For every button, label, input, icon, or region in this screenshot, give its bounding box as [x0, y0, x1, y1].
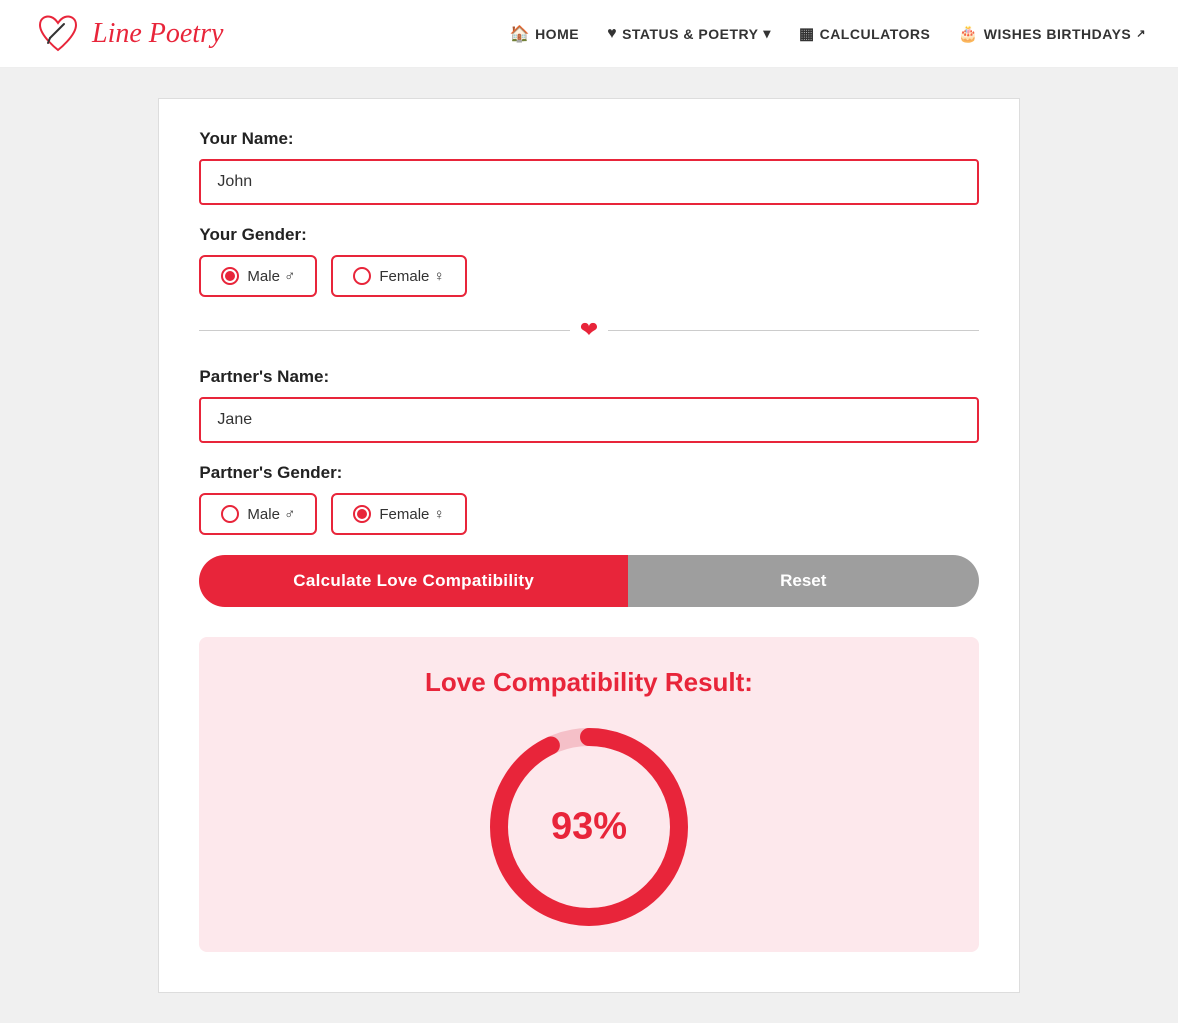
- navbar: Line Poetry 🏠 HOME ♥ STATUS & POETRY ▾ ▦…: [0, 0, 1178, 68]
- partner-name-input[interactable]: [199, 397, 978, 443]
- partner-gender-label: Partner's Gender:: [199, 463, 978, 483]
- partner-gender-female-radio: [353, 505, 371, 523]
- donut-wrapper: 93%: [219, 722, 958, 932]
- partner-gender-male-label: Male ♂: [247, 506, 295, 523]
- your-gender-female[interactable]: Female ♀: [331, 255, 466, 297]
- main-layout: Your Name: Your Gender: Male ♂ Female ♀ …: [0, 68, 1178, 1023]
- nav-calculators[interactable]: ▦ CALCULATORS: [799, 24, 930, 44]
- nav-wishes-birthdays[interactable]: 🎂 WISHES BIRTHDAYS ↗: [958, 24, 1146, 44]
- partner-name-label: Partner's Name:: [199, 367, 978, 387]
- partner-gender-row: Male ♂ Female ♀: [199, 493, 978, 535]
- nav-status-poetry[interactable]: ♥ STATUS & POETRY ▾: [607, 25, 771, 43]
- navbar-links: 🏠 HOME ♥ STATUS & POETRY ▾ ▦ CALCULATORS…: [510, 24, 1146, 44]
- reset-button[interactable]: Reset: [628, 555, 979, 607]
- your-gender-female-label: Female ♀: [379, 268, 444, 285]
- divider-left: [199, 330, 569, 331]
- your-gender-female-radio: [353, 267, 371, 285]
- partner-gender-female[interactable]: Female ♀: [331, 493, 466, 535]
- external-link-icon: ↗: [1136, 27, 1146, 40]
- result-percentage: 93%: [551, 806, 627, 849]
- chevron-down-icon: ▾: [763, 25, 771, 42]
- nav-home-label: HOME: [535, 26, 579, 42]
- home-icon: 🏠: [510, 24, 530, 44]
- your-gender-male-radio: [221, 267, 239, 285]
- sidebar-right: [1020, 98, 1158, 993]
- your-name-input[interactable]: [199, 159, 978, 205]
- your-gender-male[interactable]: Male ♂: [199, 255, 317, 297]
- your-gender-label: Your Gender:: [199, 225, 978, 245]
- form-container: Your Name: Your Gender: Male ♂ Female ♀ …: [158, 98, 1019, 993]
- buttons-row: Calculate Love Compatibility Reset: [199, 555, 978, 607]
- nav-calculators-label: CALCULATORS: [820, 26, 931, 42]
- your-name-label: Your Name:: [199, 129, 978, 149]
- logo[interactable]: Line Poetry: [32, 8, 223, 60]
- your-gender-male-label: Male ♂: [247, 268, 295, 285]
- sidebar-left: [20, 98, 158, 993]
- result-section: Love Compatibility Result: 93%: [199, 637, 978, 952]
- your-gender-row: Male ♂ Female ♀: [199, 255, 978, 297]
- nav-status-poetry-label: STATUS & POETRY: [622, 26, 758, 42]
- calculator-icon: ▦: [799, 24, 815, 44]
- calculate-button[interactable]: Calculate Love Compatibility: [199, 555, 628, 607]
- logo-icon: [32, 8, 84, 60]
- divider-right: [608, 330, 978, 331]
- heart-icon: ♥: [607, 25, 617, 43]
- birthday-icon: 🎂: [958, 24, 978, 44]
- result-title: Love Compatibility Result:: [219, 667, 958, 698]
- partner-gender-female-label: Female ♀: [379, 506, 444, 523]
- nav-wishes-birthdays-label: WISHES BIRTHDAYS: [984, 26, 1132, 42]
- logo-text: Line Poetry: [92, 18, 223, 50]
- partner-gender-male[interactable]: Male ♂: [199, 493, 317, 535]
- partner-gender-male-radio: [221, 505, 239, 523]
- nav-home[interactable]: 🏠 HOME: [510, 24, 579, 44]
- heart-divider: ❤: [199, 317, 978, 343]
- donut-container: 93%: [484, 722, 694, 932]
- heart-divider-icon: ❤: [580, 317, 598, 343]
